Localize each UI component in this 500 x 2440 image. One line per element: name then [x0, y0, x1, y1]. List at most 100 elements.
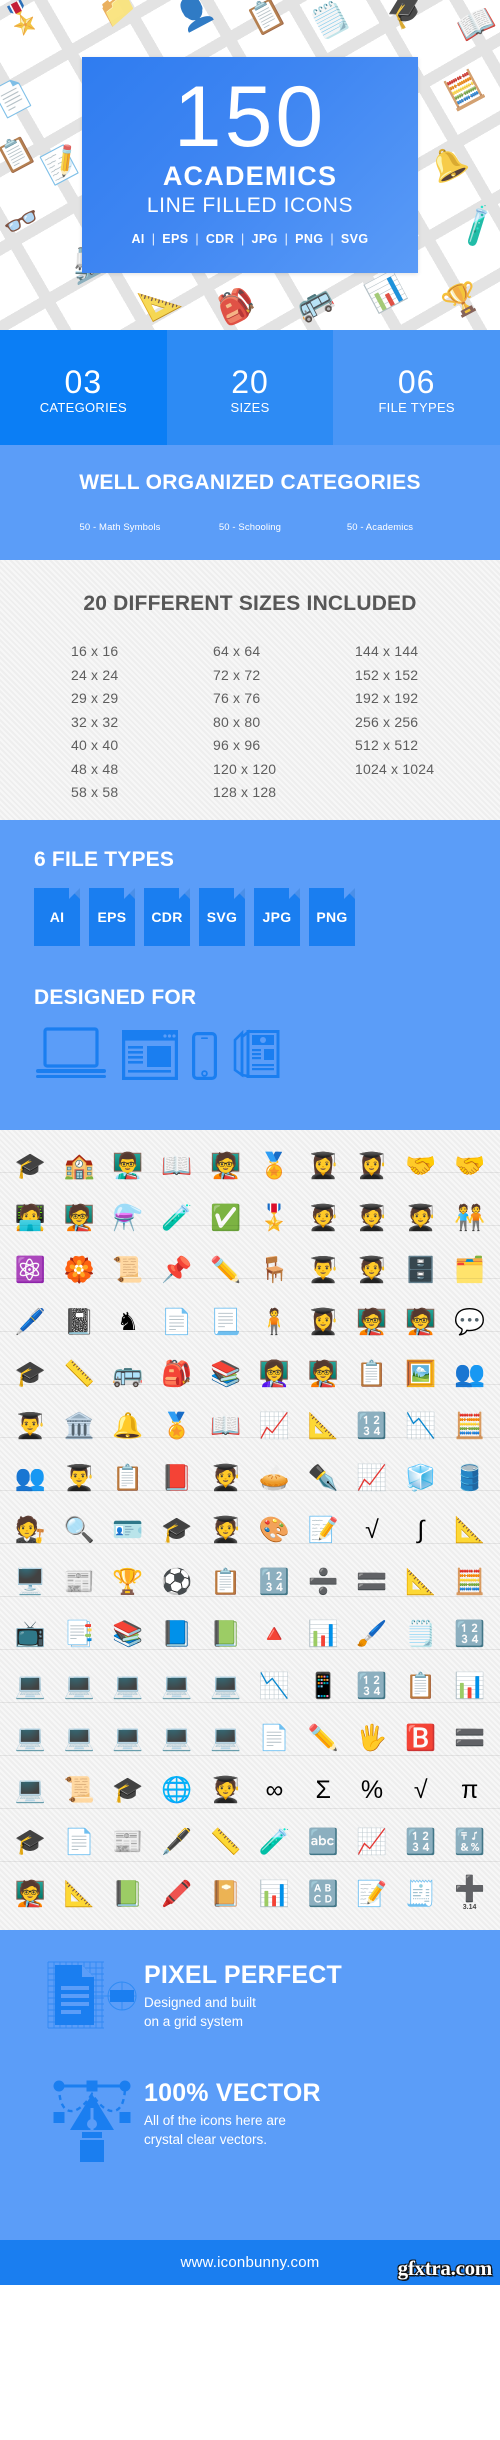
footer: www.iconbunny.com gfxtra.com: [0, 2240, 500, 2285]
icon-grid: 🎓 🏫 👨‍🏫 📖 🧑‍🏫 🏅 👩‍🎓 👩‍🎓 🤝 🤝 🧑‍💻 🧑‍🏫 ⚗️ 🧪 ✅ 🎖️ 🧑‍🎓 🧑‍🎓 🧑‍🎓 🧑…: [6, 1140, 494, 1920]
hero-format-cdr: CDR: [205, 232, 235, 247]
grid-guideline: [0, 1437, 500, 1438]
icon-grid-cell: 📈: [356, 1463, 388, 1492]
icon-grid-cell: 🎨: [258, 1515, 290, 1544]
icon-grid-cell: 🏛️: [63, 1411, 95, 1440]
filetype-badge-label: PNG: [316, 909, 348, 925]
size-value: 72 x 72: [213, 666, 261, 683]
stat-categories: 03 CATEGORIES: [0, 330, 167, 445]
icon-grid-cell: 🔔: [112, 1411, 144, 1440]
feature-description-line-2: crystal clear vectors.: [144, 2131, 268, 2147]
icon-grid-cell: 🧑‍🎓: [356, 1203, 388, 1232]
filetype-badge-label: SVG: [206, 909, 238, 925]
icon-grid-cell: 🖊️: [14, 1307, 46, 1336]
icon-grid-cell: 👥: [454, 1359, 486, 1388]
stat-filetypes-number: 06: [397, 363, 436, 400]
grid-guideline: [0, 1808, 500, 1809]
sizes-column-1: 16 x 16 24 x 24 29 x 29 32 x 32 40 x 40 …: [37, 640, 179, 805]
grid-guideline: [0, 1702, 500, 1703]
filetype-badge-jpg: JPG: [254, 888, 300, 946]
browser-window-icon: [122, 1030, 178, 1085]
icon-grid-cell: 🧑‍🏫: [210, 1151, 242, 1180]
icon-grid-cell: 🧾: [405, 1879, 437, 1908]
icon-grid-cell: 📑: [63, 1619, 95, 1648]
hero-bg-icon-graduation-cap: 🎓: [382, 0, 431, 34]
icon-grid-cell: 🧑‍🎓: [210, 1463, 242, 1492]
grid-guideline: [0, 1331, 500, 1332]
filetype-badge-cdr: CDR: [144, 888, 190, 946]
icon-grid-cell: 📋: [356, 1359, 388, 1388]
icon-grid-cell: 🤝: [454, 1151, 486, 1180]
icon-grid-cell: 🎓: [14, 1359, 46, 1388]
grid-guideline: [0, 1490, 500, 1491]
icon-grid-cell: 📓: [63, 1307, 95, 1336]
size-value: 192 x 192: [355, 690, 419, 706]
feature-description-line-1: All of the icons here are: [144, 2112, 286, 2128]
icon-grid-cell: 🧑‍🎓: [356, 1255, 388, 1284]
size-value: 16 x 16: [71, 643, 119, 659]
icon-grid-cell: 🗂️: [454, 1255, 486, 1284]
hero-bg-icon-document: 📄: [0, 75, 37, 122]
icon-grid-cell: ∫: [417, 1515, 425, 1544]
icon-grid-cell: 🧑‍🏫: [356, 1307, 388, 1336]
grid-guideline: [0, 1278, 500, 1279]
icon-grid-cell: 📐: [63, 1879, 95, 1908]
feature-heading: 100% VECTOR: [144, 2079, 321, 2107]
stat-sizes-number: 20: [231, 363, 269, 400]
grid-guideline: [0, 1543, 500, 1544]
page-fold-icon: [179, 888, 190, 899]
size-value: 40 x 40: [71, 737, 119, 753]
icon-grid-cell: 📖: [210, 1411, 242, 1440]
icon-grid-cell: 📌: [161, 1255, 193, 1284]
icon-grid-cell: 📚: [112, 1619, 144, 1648]
hero-bg-icon-chart: 📊: [362, 269, 411, 316]
size-value: 76 x 76: [213, 690, 261, 706]
categories-section: WELL ORGANIZED CATEGORIES 50 - Math Symb…: [0, 445, 500, 560]
icon-grid-cell: 🧑‍🎓: [210, 1515, 242, 1544]
icon-grid-cell: 🪪: [112, 1515, 144, 1544]
icon-grid-cell: 🏫: [63, 1151, 95, 1180]
feature-pixel-perfect-text: PIXEL PERFECT Designed and built on a gr…: [144, 1956, 342, 2031]
grid-guideline: [0, 1649, 500, 1650]
footer-website-url[interactable]: www.iconbunny.com: [180, 2254, 319, 2271]
hero-format-list: AI | EPS | CDR | JPG | PNG | SVG: [82, 232, 418, 246]
icon-grid-cell: ⚛️: [14, 1255, 46, 1284]
filetypes-badge-list: AI EPS CDR SVG JPG PNG: [34, 888, 500, 946]
stat-sizes: 20 SIZES: [166, 330, 334, 445]
icon-grid-cell: 🎖️: [258, 1203, 290, 1232]
stat-sizes-label: SIZES: [230, 400, 270, 416]
icon-grid-cell: 🏵️: [63, 1255, 95, 1284]
icon-grid-cell: 🥧: [258, 1463, 290, 1492]
icon-grid-cell: 👩‍🎓: [307, 1307, 339, 1336]
filetypes-title: 6 FILE TYPES: [34, 848, 175, 871]
size-value: 32 x 32: [71, 713, 119, 730]
icon-grid-cell: ✏️: [210, 1255, 242, 1284]
hero-bg-icon-badge: 🎖️: [0, 0, 47, 42]
hero-bg-icon-folder: 📁: [94, 0, 143, 32]
icon-grid-cell: 📏: [63, 1359, 95, 1388]
size-value: 64 x 64: [213, 643, 261, 659]
size-value: 120 x 120: [213, 760, 277, 777]
icon-grid-cell: 🧑‍🎓: [210, 1775, 242, 1804]
icon-grid-cell: 📚: [210, 1359, 242, 1388]
icon-grid-cell: 👨‍🎓: [63, 1463, 95, 1492]
icon-grid-section: 🎓 🏫 👨‍🏫 📖 🧑‍🏫 🏅 👩‍🎓 👩‍🎓 🤝 🤝 🧑‍💻 🧑‍🏫 ⚗️ 🧪 ✅ 🎖️ 🧑‍🎓 🧑‍🎓 🧑‍🎓 🧑…: [0, 1130, 500, 1930]
smartphone-icon: [192, 1032, 217, 1085]
filetype-badge-ai: AI: [34, 888, 80, 946]
hero-bg-icon-ruler: 📐: [136, 277, 185, 324]
size-value: 512 x 512: [355, 737, 419, 753]
hero-format-eps: EPS: [162, 232, 189, 247]
icon-grid-cell: 📖: [161, 1151, 193, 1180]
icon-grid-cell: 📋: [210, 1567, 242, 1596]
icon-grid-cell: ⚽: [161, 1567, 193, 1596]
feature-description-line-2: on a grid system: [144, 2013, 244, 2029]
icon-grid-cell: 🧑‍🎓: [307, 1203, 339, 1232]
size-value: 96 x 96: [213, 737, 261, 753]
icon-grid-cell: √: [365, 1515, 379, 1544]
icon-grid-cell: 🧊: [405, 1463, 437, 1492]
filetype-badge-label: AI: [49, 909, 65, 925]
hero-format-sep-4: |: [284, 232, 289, 247]
categories-title: WELL ORGANIZED CATEGORIES: [79, 471, 421, 494]
filetypes-section: 6 FILE TYPES AI EPS CDR SVG JPG PNG DESI…: [0, 820, 500, 1130]
icon-grid-cell: 📉: [405, 1411, 437, 1440]
